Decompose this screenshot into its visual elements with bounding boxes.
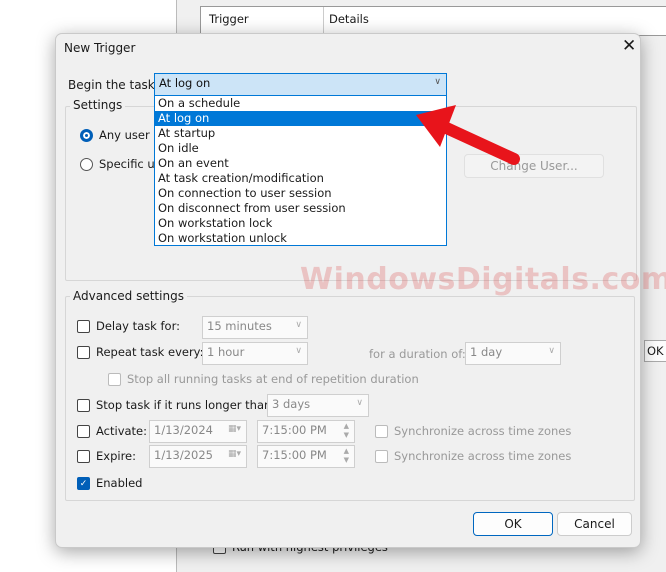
chevron-down-icon: ∨ [295, 346, 302, 356]
radio-checked-icon [80, 128, 93, 142]
chevron-down-icon: ∨ [295, 320, 302, 330]
stop-longer-select[interactable]: 3 days ∨ [267, 394, 369, 417]
expire-date-picker[interactable]: 1/13/2025 ▦▾ [149, 445, 247, 468]
dropdown-option[interactable]: On idle [155, 141, 446, 156]
expire-sync-checkbox[interactable]: Synchronize across time zones [375, 449, 571, 463]
red-arrow-annotation [416, 105, 520, 165]
dropdown-option[interactable]: On disconnect from user session [155, 201, 446, 216]
dropdown-option[interactable]: On an event [155, 156, 446, 171]
activate-time-spinner[interactable]: 7:15:00 PM ▲ ▼ [257, 420, 355, 443]
settings-label: Settings [70, 98, 126, 112]
begin-label: Begin the task: [68, 78, 159, 92]
background-trigger-table: Trigger Details [200, 6, 666, 37]
calendar-icon: ▦▾ [227, 449, 241, 459]
close-icon[interactable]: ✕ [622, 36, 636, 56]
calendar-icon: ▦▾ [227, 424, 241, 434]
dropdown-option[interactable]: On connection to user session [155, 186, 446, 201]
dropdown-option[interactable]: On workstation lock [155, 216, 446, 231]
expire-time-spinner[interactable]: 7:15:00 PM ▲ ▼ [257, 445, 355, 468]
check-icon: ✓ [77, 476, 90, 490]
cancel-button[interactable]: Cancel [557, 512, 632, 536]
activate-date-picker[interactable]: 1/13/2024 ▦▾ [149, 420, 247, 443]
dialog-title: New Trigger [64, 41, 136, 55]
advanced-label: Advanced settings [70, 289, 187, 303]
delay-select[interactable]: 15 minutes ∨ [202, 316, 308, 339]
specific-user-radio[interactable]: Specific us [80, 157, 161, 171]
col-trigger: Trigger [209, 12, 249, 26]
any-user-radio[interactable]: Any user [80, 128, 150, 142]
chevron-down-icon: ∨ [356, 398, 363, 408]
activate-checkbox[interactable]: Activate: [77, 424, 147, 438]
chevron-down-icon: ∨ [434, 77, 441, 87]
spinner-icon: ▲ ▼ [343, 422, 349, 439]
begin-task-select[interactable]: At log on ∨ [154, 73, 447, 96]
begin-task-dropdown-list: On a schedule At log on At startup On idle O… [154, 95, 447, 246]
duration-select[interactable]: 1 day ∨ [465, 342, 561, 365]
duration-label: for a duration of: [369, 347, 466, 361]
dropdown-option[interactable]: On workstation unlock [155, 231, 446, 246]
dropdown-option[interactable]: At task creation/modification [155, 171, 446, 186]
chevron-down-icon: ∨ [548, 346, 555, 356]
background-ok-button[interactable]: OK [644, 340, 666, 362]
enabled-checkbox[interactable]: ✓ Enabled [77, 476, 142, 490]
stop-longer-checkbox[interactable]: Stop task if it runs longer than: [77, 398, 275, 412]
spinner-icon: ▲ ▼ [343, 447, 349, 464]
repeat-checkbox[interactable]: Repeat task every: [77, 345, 204, 359]
ok-button[interactable]: OK [473, 512, 553, 536]
activate-sync-checkbox[interactable]: Synchronize across time zones [375, 424, 571, 438]
dropdown-option[interactable]: At startup [155, 126, 446, 141]
stop-all-checkbox[interactable]: Stop all running tasks at end of repetit… [108, 372, 419, 386]
expire-checkbox[interactable]: Expire: [77, 449, 136, 463]
radio-icon [80, 157, 93, 171]
delay-checkbox[interactable]: Delay task for: [77, 319, 180, 333]
dropdown-option[interactable]: On a schedule [155, 96, 446, 111]
repeat-select[interactable]: 1 hour ∨ [202, 342, 308, 365]
col-details: Details [329, 12, 369, 26]
dropdown-option[interactable]: At log on [155, 111, 446, 126]
watermark-logo: WindowsDigitals.com [300, 262, 666, 297]
